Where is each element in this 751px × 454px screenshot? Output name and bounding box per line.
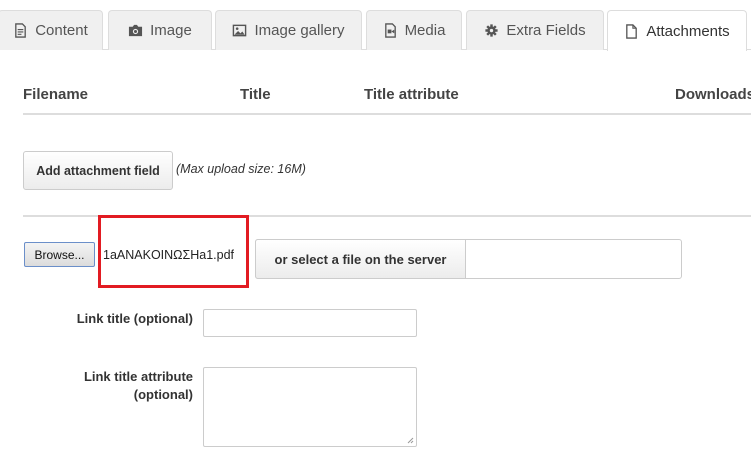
link-title-label: Link title (optional): [76, 311, 193, 326]
select-file-on-server-button[interactable]: or select a file on the server: [255, 239, 466, 279]
tab-label: Media: [404, 22, 446, 39]
gear-icon: [484, 23, 499, 38]
tab-media[interactable]: Media: [366, 10, 462, 50]
tab-attachments[interactable]: Attachments: [607, 10, 747, 51]
tab-image-gallery[interactable]: Image gallery: [215, 10, 362, 50]
max-upload-hint: (Max upload size: 16M): [176, 162, 306, 176]
link-title-input[interactable]: [203, 309, 417, 337]
tab-extra-fields[interactable]: Extra Fields: [466, 10, 604, 50]
link-title-attribute-textarea[interactable]: [203, 367, 417, 447]
tab-label: Image gallery: [254, 22, 345, 39]
tab-image[interactable]: Image: [108, 10, 212, 50]
header-divider: [23, 113, 751, 115]
picture-icon: [232, 23, 247, 38]
filename-highlight-box: [98, 215, 249, 288]
resize-handle-icon[interactable]: [406, 436, 414, 444]
link-title-attribute-label-line1: Link title attribute: [83, 369, 193, 384]
add-attachment-field-button[interactable]: Add attachment field: [23, 151, 173, 190]
tab-content[interactable]: Content: [0, 10, 103, 50]
browse-button[interactable]: Browse...: [24, 242, 95, 267]
column-header-filename: Filename: [23, 86, 89, 103]
document-text-icon: [13, 23, 28, 38]
film-icon: [383, 23, 398, 38]
tab-label: Extra Fields: [506, 22, 586, 39]
tab-label: Content: [35, 22, 88, 39]
column-header-downloads: Downloads: [675, 86, 751, 103]
link-title-attribute-label-line2: (optional): [133, 387, 193, 402]
column-header-title: Title: [240, 86, 271, 103]
tab-label: Attachments: [646, 22, 730, 40]
tab-bar: Content Image Image gallery Media Extra …: [0, 0, 751, 51]
link-title-attribute-label: Link title attribute (optional): [40, 368, 193, 404]
tab-label: Image: [150, 22, 192, 39]
file-icon: [624, 23, 639, 39]
camera-icon: [128, 23, 143, 38]
column-header-title-attribute: Title attribute: [364, 86, 459, 103]
